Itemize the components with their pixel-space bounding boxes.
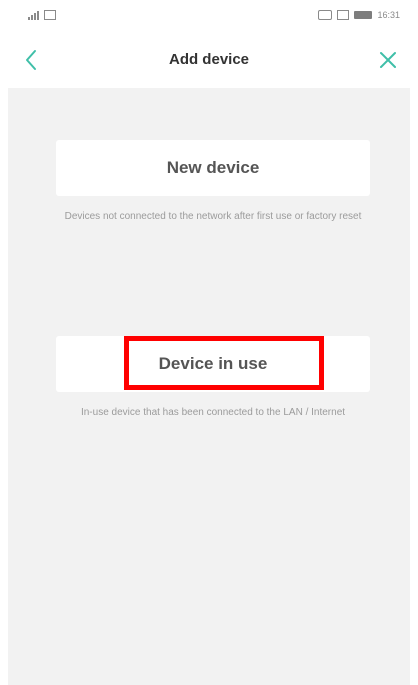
notification-icon: [44, 10, 56, 20]
new-device-button[interactable]: New device: [56, 140, 370, 196]
status-time: 16:31: [377, 10, 400, 20]
wifi-icon: [318, 10, 333, 20]
status-right: 16:31: [318, 10, 400, 20]
battery-icon: [354, 11, 373, 19]
new-device-description: Devices not connected to the network aft…: [64, 211, 362, 222]
page-title: Add device: [168, 51, 250, 68]
device-in-use-button[interactable]: Device in use: [56, 336, 370, 392]
status-left: [28, 10, 56, 20]
close-icon[interactable]: [374, 46, 402, 74]
device-in-use-label: Device in use: [158, 354, 268, 373]
content-area: New device Devices not connected to the …: [8, 88, 410, 685]
device-in-use-description: In-use device that has been connected to…: [80, 407, 346, 418]
phone-screen: 16:31 Add device New device Devices not …: [0, 0, 418, 685]
app-header: Add device: [0, 32, 418, 88]
signal-icon: [28, 10, 40, 20]
status-bar: 16:31: [0, 0, 418, 32]
sim-icon: [337, 10, 350, 20]
new-device-label: New device: [166, 158, 260, 177]
